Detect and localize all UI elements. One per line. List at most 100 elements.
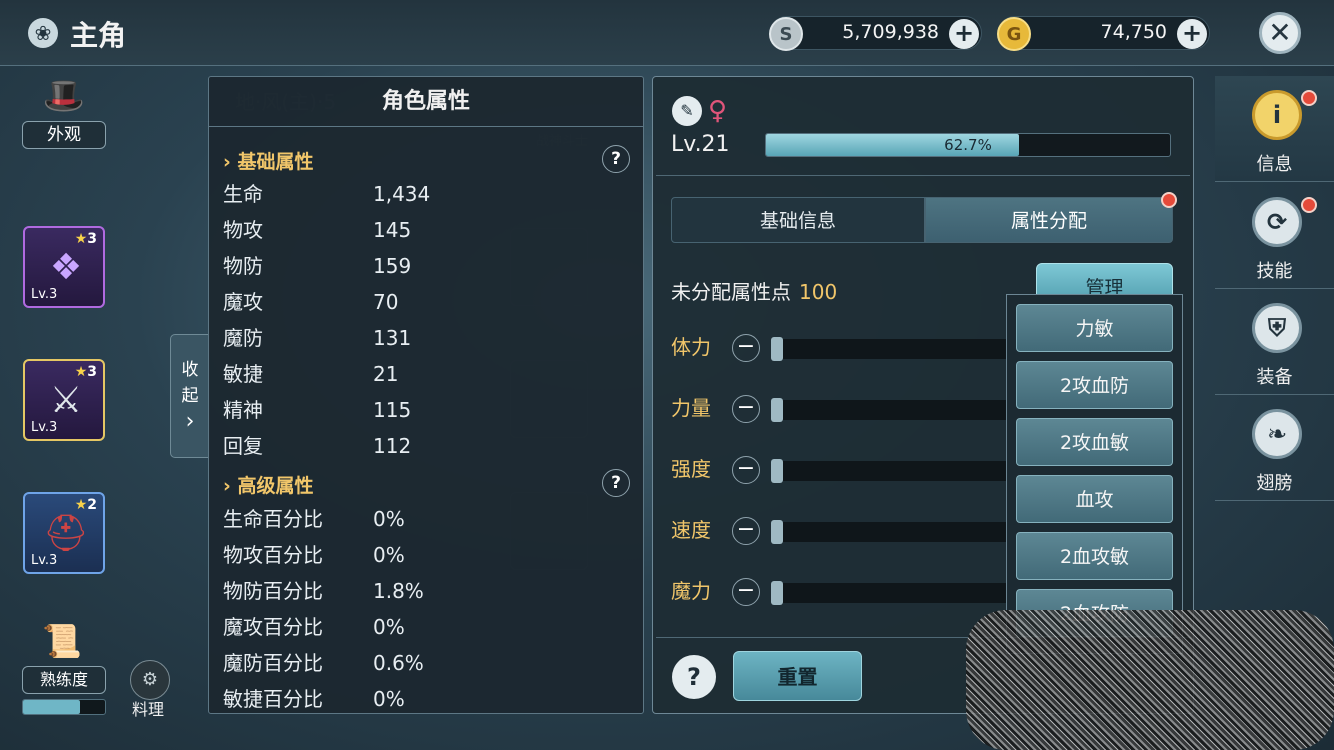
equip-slot-2[interactable]: ⚔ ★3 Lv.3 <box>23 359 105 441</box>
preset-option[interactable]: 血攻 <box>1016 475 1173 523</box>
close-button[interactable]: ✕ <box>1259 12 1301 54</box>
right-tab-bar: i 信息 ⟳ 技能 ⛨ 装备 ❧ 翅膀 <box>1215 76 1334 501</box>
stat-row: 生命百分比 0% <box>223 501 623 537</box>
decrease-button[interactable]: − <box>732 334 760 362</box>
tab-info[interactable]: i 信息 <box>1215 76 1334 182</box>
attribute-name: 体力 <box>671 335 711 359</box>
stat-value: 1,434 <box>373 182 431 206</box>
stat-name: 物攻 <box>223 218 263 242</box>
decrease-button[interactable]: − <box>732 395 760 423</box>
stat-row: 魔攻百分比 0% <box>223 609 623 645</box>
basic-help-button[interactable]: ? <box>602 145 630 173</box>
attribute-row: 强度 − <box>671 451 1011 487</box>
tab-basic-info[interactable]: 基础信息 <box>671 197 925 243</box>
obscured-area <box>966 610 1334 750</box>
gold-currency: G 74,750 + <box>997 16 1210 51</box>
stat-value: 112 <box>373 434 412 458</box>
cooking-icon[interactable]: ⚙ <box>130 660 170 700</box>
preset-option[interactable]: 2血攻敏 <box>1016 532 1173 580</box>
reset-button[interactable]: 重置 <box>733 651 862 701</box>
stat-value: 0% <box>373 687 405 711</box>
stat-name: 物攻百分比 <box>223 543 323 567</box>
silver-currency: S 5,709,938 + <box>769 16 982 51</box>
basic-section-title: › 基础属性 <box>223 151 314 173</box>
appearance-button[interactable]: 外观 <box>22 121 106 149</box>
proficiency-fill <box>23 700 81 714</box>
stat-row: 魔防 131 <box>223 320 623 356</box>
tab-skills[interactable]: ⟳ 技能 <box>1215 183 1334 289</box>
attribute-row: 魔力 − <box>671 573 1011 609</box>
attribute-slider[interactable] <box>771 398 1011 422</box>
info-icon: i <box>1252 90 1302 140</box>
level-text: Lv.21 <box>671 132 730 157</box>
attribute-name: 速度 <box>671 518 711 542</box>
tab-attribute-allocation[interactable]: 属性分配 <box>925 197 1173 243</box>
attribute-slider[interactable] <box>771 581 1011 605</box>
equip-slot-3[interactable]: ⛑ ★2 Lv.3 <box>23 492 105 574</box>
decrease-button[interactable]: − <box>732 456 760 484</box>
stat-value: 145 <box>373 218 412 242</box>
stat-name: 敏捷百分比 <box>223 687 323 711</box>
helmet-icon: ⛑ <box>43 513 89 554</box>
slot-stars: 3 <box>87 231 97 247</box>
proficiency-button[interactable]: 熟练度 <box>22 666 106 694</box>
stat-name: 物防 <box>223 254 263 278</box>
preset-option[interactable]: 2攻血防 <box>1016 361 1173 409</box>
attribute-row: 力量 − <box>671 390 1011 426</box>
hat-icon: 🎩 <box>42 76 86 116</box>
stat-row: 物防百分比 1.8% <box>223 573 623 609</box>
stat-value: 21 <box>373 362 399 386</box>
slider-handle[interactable] <box>771 337 783 361</box>
stat-row: 敏捷 21 <box>223 356 623 392</box>
stat-value: 0% <box>373 615 405 639</box>
attribute-name: 力量 <box>671 396 711 420</box>
attribute-name: 魔力 <box>671 579 711 603</box>
stat-row: 物攻百分比 0% <box>223 537 623 573</box>
stat-row: 精神 115 <box>223 392 623 428</box>
equip-slot-1[interactable]: ❖ ★3 Lv.3 <box>23 226 105 308</box>
attribute-slider[interactable] <box>771 337 1011 361</box>
slot-level: Lv.3 <box>31 553 58 568</box>
xp-bar: 62.7% <box>765 133 1171 157</box>
attribute-slider[interactable] <box>771 520 1011 544</box>
slider-handle[interactable] <box>771 581 783 605</box>
slider-handle[interactable] <box>771 520 783 544</box>
add-gold-button[interactable]: + <box>1177 19 1207 49</box>
wing-icon: ❧ <box>1252 409 1302 459</box>
stat-value: 0% <box>373 507 405 531</box>
attribute-slider[interactable] <box>771 459 1011 483</box>
preset-option[interactable]: 2攻血敏 <box>1016 418 1173 466</box>
female-icon: ♀ <box>708 96 728 126</box>
decrease-button[interactable]: − <box>732 578 760 606</box>
slider-handle[interactable] <box>771 459 783 483</box>
slot-stars: 3 <box>87 364 97 380</box>
add-silver-button[interactable]: + <box>949 19 979 49</box>
advanced-help-button[interactable]: ? <box>602 469 630 497</box>
tab-wings[interactable]: ❧ 翅膀 <box>1215 395 1334 501</box>
stat-row: 魔防百分比 0.6% <box>223 645 623 681</box>
stat-name: 敏捷 <box>223 362 263 386</box>
notification-dot <box>1301 90 1317 106</box>
stat-row: 生命 1,434 <box>223 176 623 212</box>
help-button[interactable]: ? <box>672 655 716 699</box>
stat-row: 物防 159 <box>223 248 623 284</box>
stat-row: 回复 112 <box>223 428 623 464</box>
page-title: 主角 <box>70 19 127 52</box>
stat-name: 精神 <box>223 398 263 422</box>
edit-name-icon[interactable]: ✎ <box>672 96 702 126</box>
skill-icon: ⟳ <box>1252 197 1302 247</box>
stat-value: 115 <box>373 398 412 422</box>
stat-name: 魔防百分比 <box>223 651 323 675</box>
attribute-panel: 角色属性 › 基础属性 ? 生命 1,434 物攻 145 物防 159 魔攻 70 魔防 131… <box>208 76 644 714</box>
slider-handle[interactable] <box>771 398 783 422</box>
unallocated-points: 未分配属性点 100 <box>671 280 838 304</box>
tab-equipment[interactable]: ⛨ 装备 <box>1215 289 1334 395</box>
notification-dot <box>1161 192 1177 208</box>
armor-icon: ⛨ <box>1252 303 1302 353</box>
stat-value: 0.6% <box>373 651 424 675</box>
decrease-button[interactable]: − <box>732 517 760 545</box>
cooking-label: 料理 <box>132 700 165 719</box>
stat-name: 魔攻百分比 <box>223 615 323 639</box>
collapse-button[interactable]: 收 起 › <box>170 334 210 458</box>
preset-option[interactable]: 力敏 <box>1016 304 1173 352</box>
